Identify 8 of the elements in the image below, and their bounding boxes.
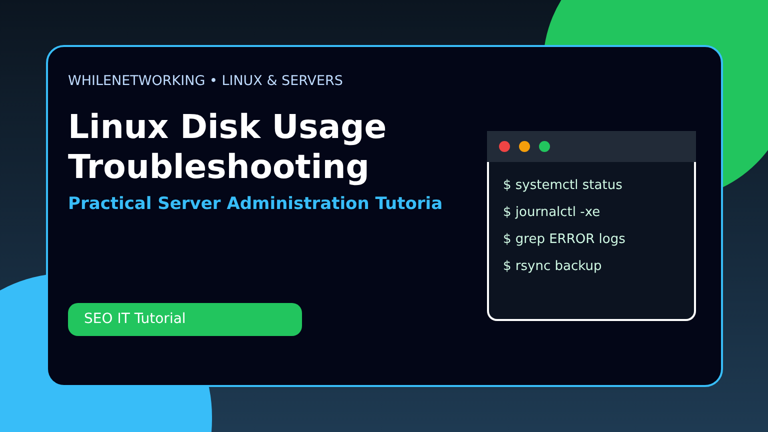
command-line-text: $ rsync backup	[503, 258, 602, 276]
tutorial-badge: SEO IT Tutorial	[68, 303, 302, 336]
command-line-text: $ journalctl -xe	[503, 204, 600, 222]
command-line-text: $ systemctl status	[503, 177, 622, 195]
subtitle-text: Practical Server Administration Tutoria	[68, 193, 443, 216]
kicker-text: WHILENETWORKING • LINUX & SERVERS	[68, 72, 343, 91]
command-line-text: $ grep ERROR logs	[503, 231, 626, 249]
title-text: Linux Disk Usage Troubleshooting	[68, 107, 387, 187]
